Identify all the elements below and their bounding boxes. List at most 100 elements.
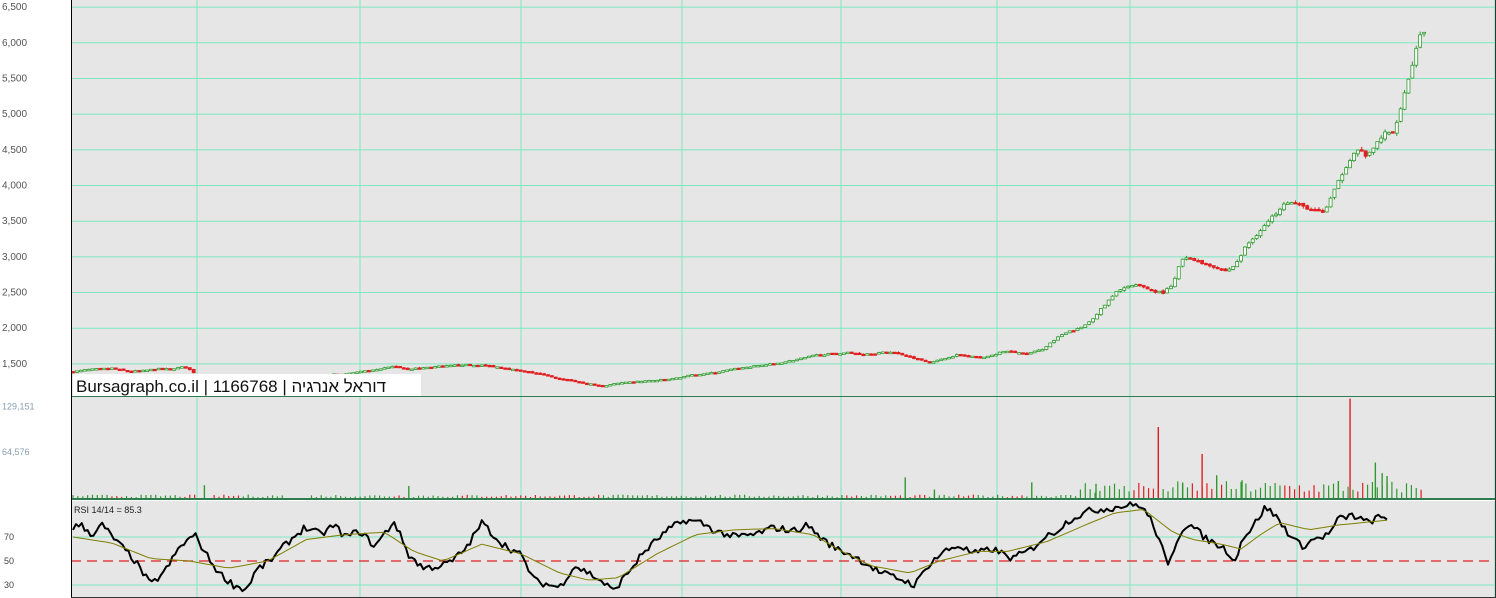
candle-body	[518, 369, 523, 372]
candle-body	[592, 383, 597, 386]
candle-body	[803, 356, 807, 360]
candle-body	[931, 361, 936, 364]
candle-body	[160, 367, 165, 371]
candle-body	[1180, 258, 1185, 267]
candle-body	[1243, 246, 1247, 256]
candle-body	[113, 367, 118, 370]
candle-body	[398, 365, 402, 369]
candle-body	[1211, 265, 1216, 268]
candle-body	[849, 351, 854, 354]
volume-axis-ticks: 129,151 64,576	[2, 401, 35, 457]
candle-body	[631, 381, 636, 384]
candle-body	[954, 354, 959, 357]
candle-body	[873, 353, 877, 356]
candle-body	[577, 381, 582, 384]
candle-body	[1305, 205, 1310, 210]
candle-body	[386, 366, 391, 369]
candle-body	[468, 363, 473, 367]
candle-body	[1102, 304, 1107, 309]
candle-body	[853, 352, 858, 356]
candle-body	[542, 373, 547, 376]
candle-body	[1359, 149, 1364, 152]
candle-body	[674, 377, 679, 380]
candle-body	[1063, 332, 1068, 335]
candle-body	[892, 351, 897, 355]
candle-body	[1266, 220, 1271, 227]
price-panel-bg	[71, 0, 1495, 396]
candle-body	[1200, 259, 1205, 265]
candle-body	[507, 367, 511, 371]
candle-body	[1172, 277, 1177, 288]
candle-body	[1406, 78, 1411, 94]
candle-body	[1192, 258, 1197, 261]
candle-body	[456, 364, 461, 367]
candle-body	[1013, 350, 1018, 354]
candle-body	[1379, 137, 1384, 143]
candle-body	[549, 375, 554, 378]
candle-body	[1091, 318, 1095, 323]
candle-body	[682, 375, 687, 379]
candle-body	[526, 371, 531, 374]
volume-panel-bg	[71, 397, 1495, 499]
candle-body	[1126, 285, 1131, 289]
price-axis-ticks: 6,500 6,000 5,500 5,000 4,500 4,000 3,500 3,000…	[2, 2, 27, 370]
candle-body	[690, 374, 694, 377]
candle-body	[565, 378, 570, 382]
candle-body	[363, 370, 367, 373]
candle-body	[1301, 202, 1306, 207]
volume-tick-label: 64,576	[2, 447, 30, 457]
candle-body	[740, 367, 745, 370]
candle-body	[98, 367, 103, 371]
candle-body	[1239, 255, 1243, 262]
candle-body	[635, 380, 640, 384]
candle-body	[1410, 64, 1415, 79]
rsi-axis-ticks: 70 50 30	[4, 532, 14, 590]
candle-body	[865, 353, 870, 356]
candle-body	[1106, 299, 1111, 306]
candle-body	[1184, 257, 1189, 260]
candle-body	[511, 368, 515, 372]
chart-root: 6,500 6,000 5,500 5,000 4,500 4,000 3,500 3,000…	[0, 0, 1496, 598]
price-tick-label: 1,500	[2, 359, 27, 370]
candle-body	[1390, 131, 1395, 134]
candle-body	[448, 364, 453, 368]
candle-body	[483, 364, 488, 367]
price-tick-label: 2,000	[2, 323, 27, 334]
candle-body	[627, 381, 632, 384]
candle-body	[721, 370, 726, 373]
candle-body	[1309, 208, 1314, 212]
candle-body	[768, 363, 772, 366]
candle-body	[857, 352, 862, 356]
candle-body	[1134, 284, 1138, 287]
candle-body	[1371, 147, 1376, 153]
candle-body	[1422, 31, 1426, 35]
candle-body	[1122, 287, 1127, 291]
candle-body	[1056, 336, 1060, 341]
candle-body	[830, 352, 835, 356]
candle-body	[1114, 290, 1119, 297]
candle-body	[573, 379, 578, 383]
candle-body	[791, 360, 796, 363]
candle-body	[78, 369, 83, 373]
candle-body	[701, 373, 706, 376]
candle-body	[600, 384, 605, 388]
candle-body	[145, 369, 149, 372]
candle-body	[806, 355, 811, 359]
candle-body	[647, 380, 652, 383]
candle-body	[1169, 285, 1173, 290]
candle-body	[1383, 131, 1387, 140]
candle-body	[1157, 290, 1162, 294]
candle-body	[779, 362, 784, 365]
candle-body	[958, 354, 963, 357]
candle-body	[756, 365, 761, 368]
candle-body	[943, 357, 948, 361]
candle-body	[164, 368, 169, 371]
candle-body	[923, 359, 928, 363]
candle-body	[1153, 289, 1158, 293]
candle-body	[1332, 188, 1337, 198]
candle-body	[620, 382, 624, 385]
candle-body	[546, 374, 550, 377]
candle-body	[1196, 260, 1201, 263]
candle-body	[997, 351, 1002, 356]
candle-body	[106, 367, 110, 371]
